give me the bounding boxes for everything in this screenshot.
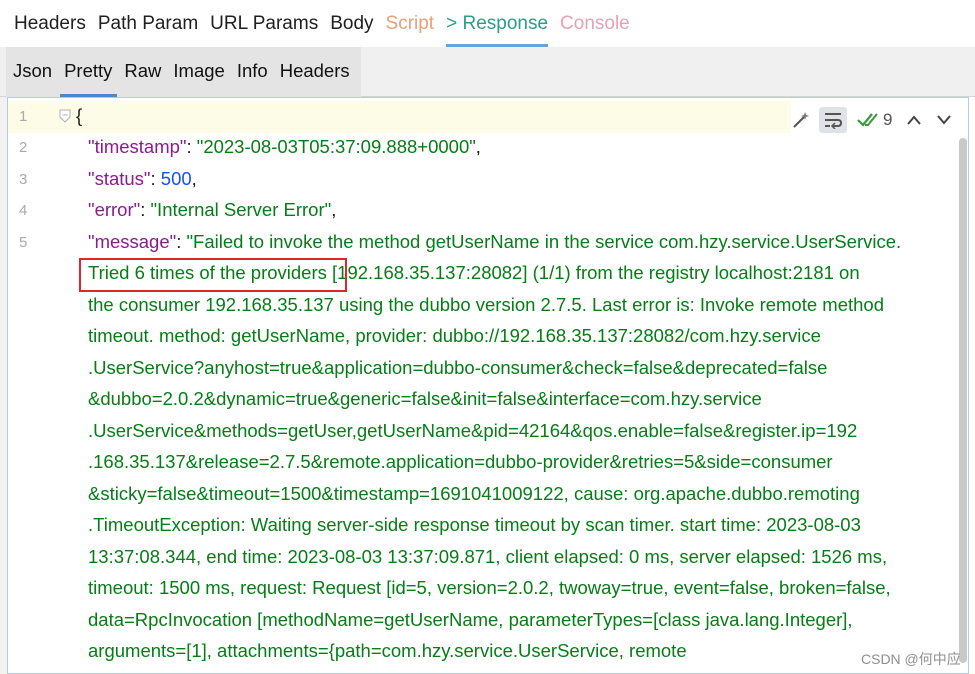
editor-toolbar: 9	[791, 106, 952, 134]
code-line-3: "status": 500,	[88, 168, 197, 190]
subtab-image[interactable]: Image	[173, 47, 224, 97]
chevron-down-icon[interactable]	[936, 114, 952, 126]
line-number: 1	[19, 108, 28, 125]
json-key: "timestamp"	[88, 136, 187, 157]
tab-console[interactable]: Console	[560, 0, 630, 47]
fold-marker-icon[interactable]	[59, 109, 71, 123]
subtab-json[interactable]: Json	[13, 47, 52, 97]
tab-url-params[interactable]: URL Params	[210, 0, 318, 47]
message-wrap-line: 13:37:08.344, end time: 2023-08-03 13:37…	[88, 546, 888, 567]
json-colon: :	[176, 231, 187, 252]
json-key: "message"	[88, 231, 177, 252]
message-wrap-line: .UserService&methods=getUser,getUserName…	[88, 420, 858, 441]
json-colon: :	[150, 168, 161, 189]
line-number: 2	[19, 139, 28, 156]
message-wrap-line: .TimeoutException: Waiting server-side r…	[88, 514, 861, 535]
message-wrap-line: data=RpcInvocation [methodName=getUserNa…	[88, 609, 853, 630]
subtab-info[interactable]: Info	[237, 47, 268, 97]
json-comma: ,	[331, 199, 337, 220]
code-line-2: "timestamp": "2023-08-03T05:37:09.888+00…	[88, 136, 481, 158]
soft-wrap-icon[interactable]	[819, 107, 847, 133]
json-string-value: "2023-08-03T05:37:09.888+0000"	[196, 136, 476, 157]
json-comma: ,	[191, 168, 197, 189]
current-line-highlight	[8, 101, 791, 133]
json-comma: ,	[475, 136, 481, 157]
json-colon: :	[186, 136, 197, 157]
line-number-gutter: 1 2 3 4 5	[8, 98, 71, 673]
response-editor[interactable]: 1 2 3 4 5 { "timestamp": "2023-08-03T05:…	[7, 97, 969, 674]
json-key: "error"	[88, 199, 141, 220]
red-annotation-box	[79, 258, 347, 292]
subtab-raw[interactable]: Raw	[124, 47, 161, 97]
message-wrap-line: arguments=[1], attachments={path=com.hzy…	[88, 640, 687, 661]
tab-path-param[interactable]: Path Param	[98, 0, 198, 47]
json-key: "status"	[88, 168, 151, 189]
line-number: 4	[19, 202, 28, 219]
line-number: 5	[19, 234, 28, 251]
json-number-value: 500	[160, 168, 192, 189]
json-string-value: "Internal Server Error"	[150, 199, 332, 220]
subtab-pretty[interactable]: Pretty	[60, 47, 118, 97]
message-wrap-line: timeout: 1500 ms, request: Request [id=5…	[88, 577, 891, 598]
message-wrap-line: .168.35.137&release=2.7.5&remote.applica…	[88, 451, 833, 472]
magic-wand-icon[interactable]	[791, 110, 811, 130]
vertical-scrollbar[interactable]	[958, 98, 968, 673]
message-wrap-line: "Failed to invoke the method getUserName…	[186, 231, 902, 252]
open-brace: {	[76, 105, 83, 126]
tab-body[interactable]: Body	[330, 0, 373, 47]
code-line-1: {	[76, 105, 82, 127]
scrollbar-thumb[interactable]	[959, 138, 967, 663]
message-wrap-line: &sticky=false&timeout=1500&timestamp=169…	[88, 483, 860, 504]
tab-script[interactable]: Script	[386, 0, 435, 47]
response-view-tabs: Json Pretty Raw Image Info Headers	[0, 47, 975, 97]
request-tabs-bar: Headers Path Param URL Params Body Scrip…	[0, 0, 975, 47]
code-line-4: "error": "Internal Server Error",	[88, 199, 336, 221]
code-line-5: "message": "Failed to invoke the method …	[88, 231, 901, 253]
subtab-headers[interactable]: Headers	[280, 47, 350, 97]
problem-count: 9	[883, 110, 893, 129]
message-wrap-line: timeout. method: getUserName, provider: …	[88, 325, 821, 346]
chevron-up-icon[interactable]	[906, 114, 922, 126]
json-colon: :	[140, 199, 151, 220]
line-number: 3	[19, 171, 28, 188]
watermark: CSDN @何中应	[861, 651, 961, 667]
message-wrap-line: the consumer 192.168.35.137 using the du…	[88, 294, 884, 315]
message-wrap-line: .UserService?anyhost=true&application=du…	[88, 357, 828, 378]
message-wrap-line: &dubbo=2.0.2&dynamic=true&generic=false&…	[88, 388, 762, 409]
tab-headers[interactable]: Headers	[14, 0, 86, 47]
double-check-icon[interactable]	[857, 111, 879, 129]
tab-response[interactable]: > Response	[446, 0, 548, 47]
